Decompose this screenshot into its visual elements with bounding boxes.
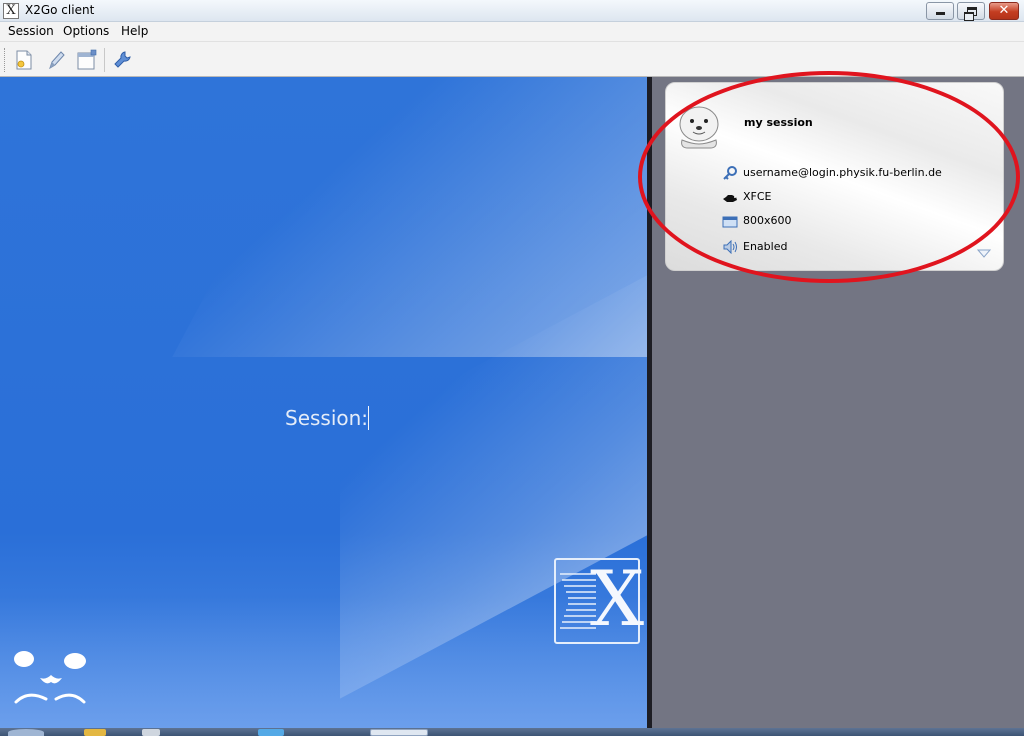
new-session-icon: [16, 50, 32, 70]
start-orb-icon[interactable]: [8, 729, 44, 736]
title-bar: X X2Go client ✕: [0, 0, 1024, 22]
x2go-app-icon: X: [3, 3, 19, 19]
session-settings-button[interactable]: [76, 49, 98, 71]
maximize-button[interactable]: [957, 2, 985, 21]
menu-options[interactable]: Options: [63, 24, 109, 38]
edit-session-icon: [49, 51, 65, 70]
taskbar-x2go-item[interactable]: [370, 729, 428, 736]
preferences-wrench-icon: [114, 51, 131, 68]
x2go-seal-logo-icon: [14, 651, 86, 704]
close-icon: ✕: [998, 3, 1010, 18]
menu-session[interactable]: Session: [8, 24, 54, 38]
toolbar-grip[interactable]: [4, 48, 7, 72]
chevron-down-icon[interactable]: [977, 249, 991, 258]
preferences-button[interactable]: [112, 49, 134, 71]
session-label: Session:: [285, 406, 369, 430]
minimize-button[interactable]: [926, 2, 954, 20]
taskbar-app-icon[interactable]: [142, 729, 160, 736]
minimize-icon: [936, 12, 945, 15]
background-glow: [0, 597, 647, 728]
x-logo-letter: X: [590, 554, 645, 643]
session-settings-icon: [77, 49, 97, 70]
toolbar: [0, 42, 1024, 77]
menu-help[interactable]: Help: [121, 24, 148, 38]
x2go-x-logo: X: [554, 558, 644, 644]
login-panel: Session:: [0, 77, 647, 728]
toolbar-separator: [104, 48, 105, 72]
taskbar-browser-icon[interactable]: [258, 729, 284, 736]
restore-icon: [964, 7, 977, 21]
close-button[interactable]: ✕: [989, 2, 1019, 20]
highlight-ellipse: [638, 71, 1020, 283]
session-input-cursor[interactable]: [368, 406, 369, 430]
window-title: X2Go client: [25, 3, 95, 17]
taskbar-folder-icon[interactable]: [84, 729, 106, 736]
menu-bar: Session Options Help: [0, 22, 1024, 42]
edit-session-button[interactable]: [45, 49, 67, 71]
new-session-button[interactable]: [13, 49, 35, 71]
